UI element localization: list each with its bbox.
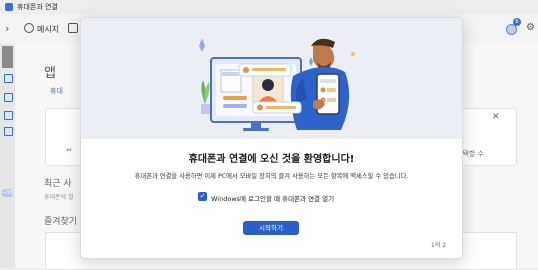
page-indicator: 1의 2 [431,242,447,249]
sidebar-app-icon[interactable] [4,93,13,102]
open-on-login-label: Windows에 로그인할 때 휴대폰과 연결 열기 [211,195,335,203]
sidebar-app-icon[interactable] [4,127,13,136]
open-on-login-checkbox[interactable]: ✓ [198,192,207,201]
sidebar-toggle-chevron-icon[interactable]: › [5,22,9,35]
message-icon [24,23,34,33]
recent-section-title: 최근 사 [44,179,72,189]
window-title: 휴대폰과 연결 [17,3,58,11]
settings-gear-icon[interactable]: ⚙ [526,22,535,33]
phone-thumbnail[interactable] [2,46,13,68]
favorites-section-title: 즐겨찾기 [44,217,78,227]
apps-link[interactable]: 휴대 [50,86,63,96]
welcome-dialog: 휴대폰과 연결에 오신 것을 환영합니다! 휴대폰과 연결을 사용하면 이제 P… [80,17,463,259]
start-button[interactable]: 시작하기 [243,221,299,235]
dialog-title: 휴대폰과 연결에 오신 것을 환영합니다! [188,154,355,165]
sidebar-app-icon[interactable] [4,111,13,120]
welcome-illustration [81,18,462,139]
tab-messages-label: 메시지 [37,25,60,34]
dialog-description: 휴대폰과 연결을 사용하면 이제 PC에서 모바일 장치의 즐겨 사용하는 모든… [134,173,409,180]
tab-messages[interactable]: 메시지 [24,23,59,35]
title-bar: 휴대폰과 연결 [0,0,538,14]
sidebar-more-badge[interactable]: +35 [2,189,13,197]
app-logo-icon [5,3,13,11]
apps-icon[interactable] [68,23,78,33]
notification-badge: 6 [513,18,521,26]
sidebar-app-icon[interactable] [4,74,13,83]
illustration-svg [199,38,355,131]
page-heading: 앱 [44,66,56,81]
device-sidebar: +35 [0,44,15,268]
recent-section-subtitle: 휴대폰에 열 [44,194,74,201]
close-card-icon[interactable]: ✕ [492,112,500,122]
expand-arrows-icon: ⇔ [66,146,72,154]
